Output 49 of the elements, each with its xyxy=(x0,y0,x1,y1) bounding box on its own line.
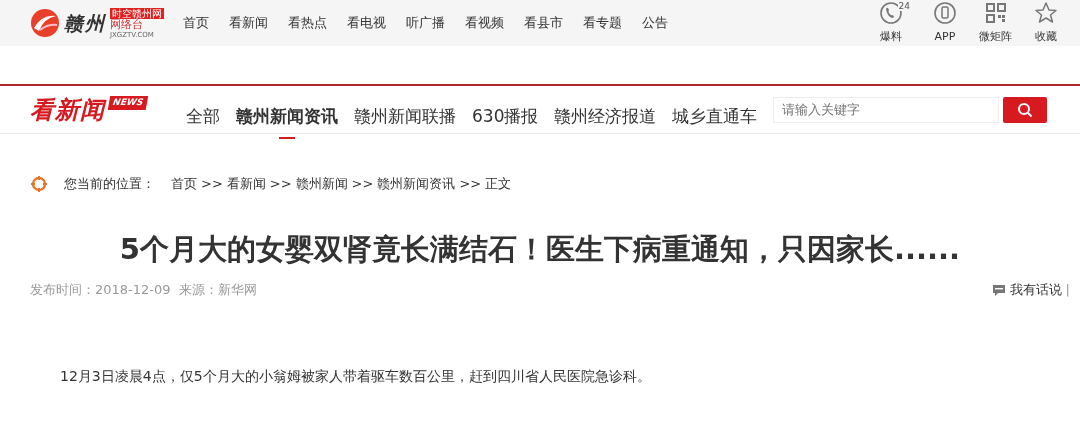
nav-link[interactable]: 看新闻 xyxy=(229,13,268,33)
mobile-phone-icon xyxy=(933,0,957,25)
toolbar-link[interactable]: APP xyxy=(933,0,957,46)
breadcrumb-link[interactable]: 首页 xyxy=(171,174,197,194)
nav-link[interactable]: 看视频 xyxy=(465,13,504,33)
news-tag: NEWS xyxy=(107,95,149,109)
publish-date: 发布时间：2018-12-09 xyxy=(30,281,171,300)
breadcrumb-link[interactable]: 赣州新闻资讯 xyxy=(377,174,456,194)
toolbar-link[interactable]: 微矩阵 xyxy=(979,0,1012,46)
section-tab[interactable]: 全部 xyxy=(186,91,220,140)
badge-text: 24 xyxy=(897,0,911,11)
nav-link[interactable]: 听广播 xyxy=(406,13,445,33)
nav-link[interactable]: 看热点 xyxy=(288,13,327,33)
nav-link[interactable]: 看专题 xyxy=(583,13,622,33)
star-icon xyxy=(1034,0,1058,25)
article-source: 来源：新华网 xyxy=(178,281,257,300)
section-tab[interactable]: 赣州经济报道 xyxy=(554,91,657,140)
breadcrumb-separator: >> xyxy=(459,175,482,193)
section-tab[interactable]: 城乡直通车 xyxy=(672,91,758,140)
location-icon xyxy=(30,174,48,193)
nav-link[interactable]: 看电视 xyxy=(347,13,386,33)
nav-link[interactable]: 公告 xyxy=(642,13,668,33)
search-icon xyxy=(1017,101,1034,118)
logo-icon xyxy=(30,8,60,38)
qr-code-icon xyxy=(983,0,1008,25)
breadcrumb-link[interactable]: 赣州新闻 xyxy=(295,174,348,194)
section-tab[interactable]: 630播报 xyxy=(472,91,539,140)
toolbar-link[interactable]: 24 爆料 xyxy=(871,0,911,46)
breadcrumb-link[interactable]: 正文 xyxy=(485,174,512,194)
logo-subtitle: 网络台 xyxy=(110,18,143,31)
toolbar-link[interactable]: 收藏 xyxy=(1034,0,1058,46)
breadcrumb-separator: >> xyxy=(201,175,223,193)
breadcrumb-label: 您当前的位置： xyxy=(64,175,155,193)
section-logo: 看新闻 xyxy=(30,94,105,126)
breadcrumb-separator: >> xyxy=(269,175,292,193)
nav-link[interactable]: 首页 xyxy=(183,13,209,33)
logo-text: 赣州 xyxy=(64,10,106,36)
section-tab[interactable]: 赣州新闻联播 xyxy=(354,91,456,140)
article-title: 5个月大的女婴双肾竟长满结石！医生下病重通知，只因家长...... xyxy=(119,231,961,267)
comment-icon xyxy=(991,283,1006,297)
nav-link[interactable]: 看县市 xyxy=(524,13,563,33)
divider-text: | xyxy=(1065,281,1070,300)
article-paragraph: 12月3日凌晨4点，仅5个月大的小翁姆被家人带着驱车数百公里，赶到四川省人民医院急诊科。 xyxy=(60,366,652,386)
comment-link[interactable]: 我有话说 xyxy=(1009,280,1062,300)
search-field[interactable]: 请输入关键字 xyxy=(773,96,1000,123)
search-button[interactable] xyxy=(1003,96,1048,123)
breadcrumb-separator: >> xyxy=(351,175,374,193)
breadcrumb-link[interactable]: 看新闻 xyxy=(226,174,266,194)
logo-tag: 时空赣州网 xyxy=(110,7,164,19)
